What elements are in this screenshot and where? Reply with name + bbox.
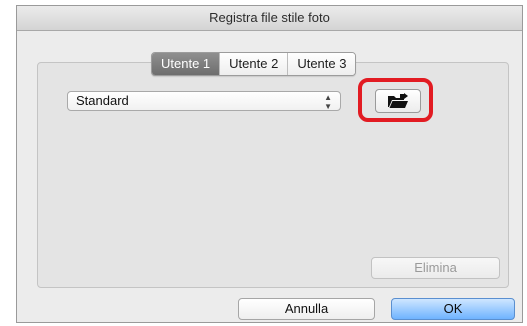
cancel-button[interactable]: Annulla xyxy=(238,298,375,320)
callout-highlight-ring xyxy=(358,78,433,122)
style-select[interactable]: Standard ▲ ▼ xyxy=(67,91,341,111)
tab-utente-2[interactable]: Utente 2 xyxy=(219,53,288,75)
dialog-window: Registra file stile foto Utente 1 Utente… xyxy=(16,5,523,323)
user-tabs: Utente 1 Utente 2 Utente 3 xyxy=(151,52,357,76)
ok-button[interactable]: OK xyxy=(391,298,515,320)
delete-button[interactable]: Elimina xyxy=(371,257,500,279)
up-down-arrows-icon: ▲ ▼ xyxy=(324,93,332,111)
tab-utente-1[interactable]: Utente 1 xyxy=(152,53,220,75)
window-title: Registra file stile foto xyxy=(17,6,522,31)
tab-utente-3[interactable]: Utente 3 xyxy=(287,53,356,75)
style-select-value: Standard xyxy=(76,93,129,108)
